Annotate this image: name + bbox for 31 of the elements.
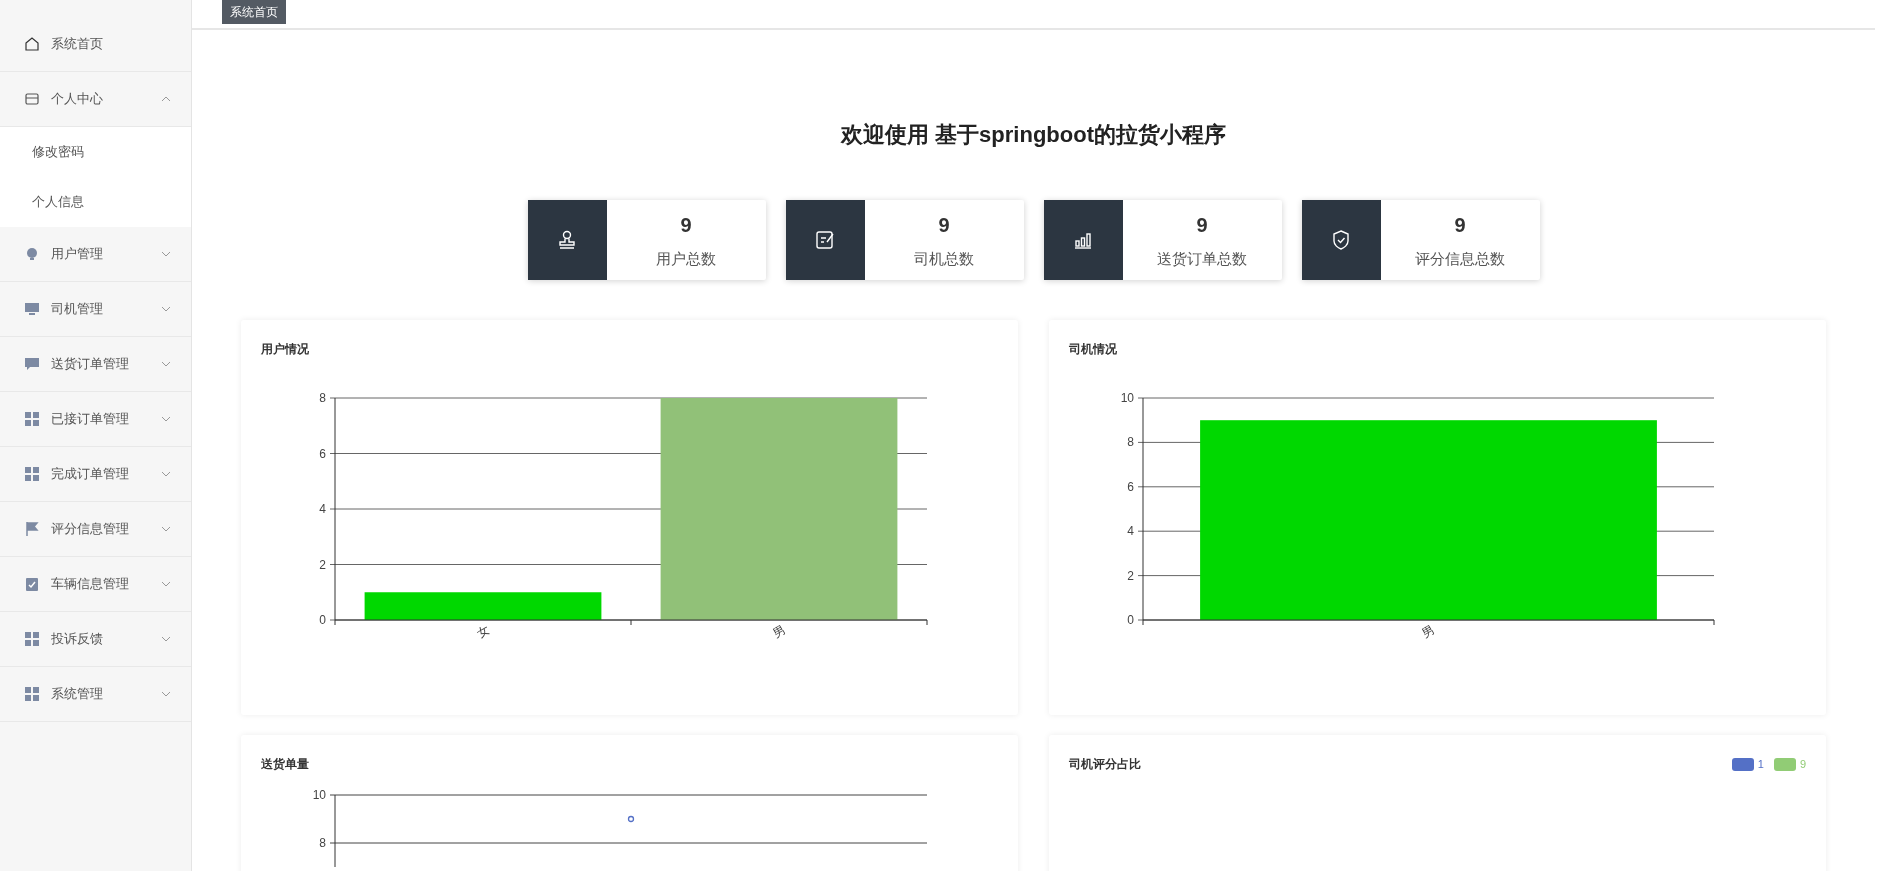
axis-tick-label: 8: [319, 391, 326, 405]
panel-title: 送货单量: [261, 756, 309, 773]
legend-label: 1: [1757, 756, 1764, 772]
axis-tick-label: 6: [319, 446, 326, 461]
axis-category-label: 男: [1419, 622, 1438, 642]
axis-tick-label: 0: [319, 613, 326, 627]
panel-title: 用户情况: [261, 341, 309, 358]
axis-tick-label: 2: [319, 557, 326, 572]
axis-tick-label: 4: [1127, 524, 1134, 539]
legend-label: 9: [1799, 756, 1806, 772]
axis-tick-label: 10: [312, 788, 326, 802]
axis-tick-label: 8: [319, 836, 326, 850]
page-title: 欢迎使用 基于springboot的拉货小程序: [839, 121, 1227, 149]
stat-value: 9: [1454, 212, 1466, 238]
axis-tick-label: 0: [1127, 613, 1134, 627]
axis-tick-label: 4: [319, 502, 326, 516]
stat-value: 9: [938, 212, 950, 238]
stat-label: 送货订单总数: [1157, 248, 1247, 269]
stat-label: 司机总数: [914, 248, 974, 269]
stat-value: 9: [680, 212, 692, 238]
axis-category-label: 女: [474, 622, 492, 642]
axis-tick-label: 8: [1127, 435, 1134, 450]
axis-tick-label: 2: [1127, 568, 1134, 583]
axis-tick-label: 6: [1127, 479, 1134, 494]
stat-label: 评分信息总数: [1415, 248, 1505, 269]
panel-title: 司机评分占比: [1069, 756, 1141, 773]
stat-label: 用户总数: [656, 248, 716, 269]
axis-tick-label: 10: [1120, 391, 1134, 405]
axis-category-label: 男: [770, 622, 788, 642]
panel-title: 司机情况: [1069, 341, 1117, 358]
stat-value: 9: [1196, 212, 1208, 238]
